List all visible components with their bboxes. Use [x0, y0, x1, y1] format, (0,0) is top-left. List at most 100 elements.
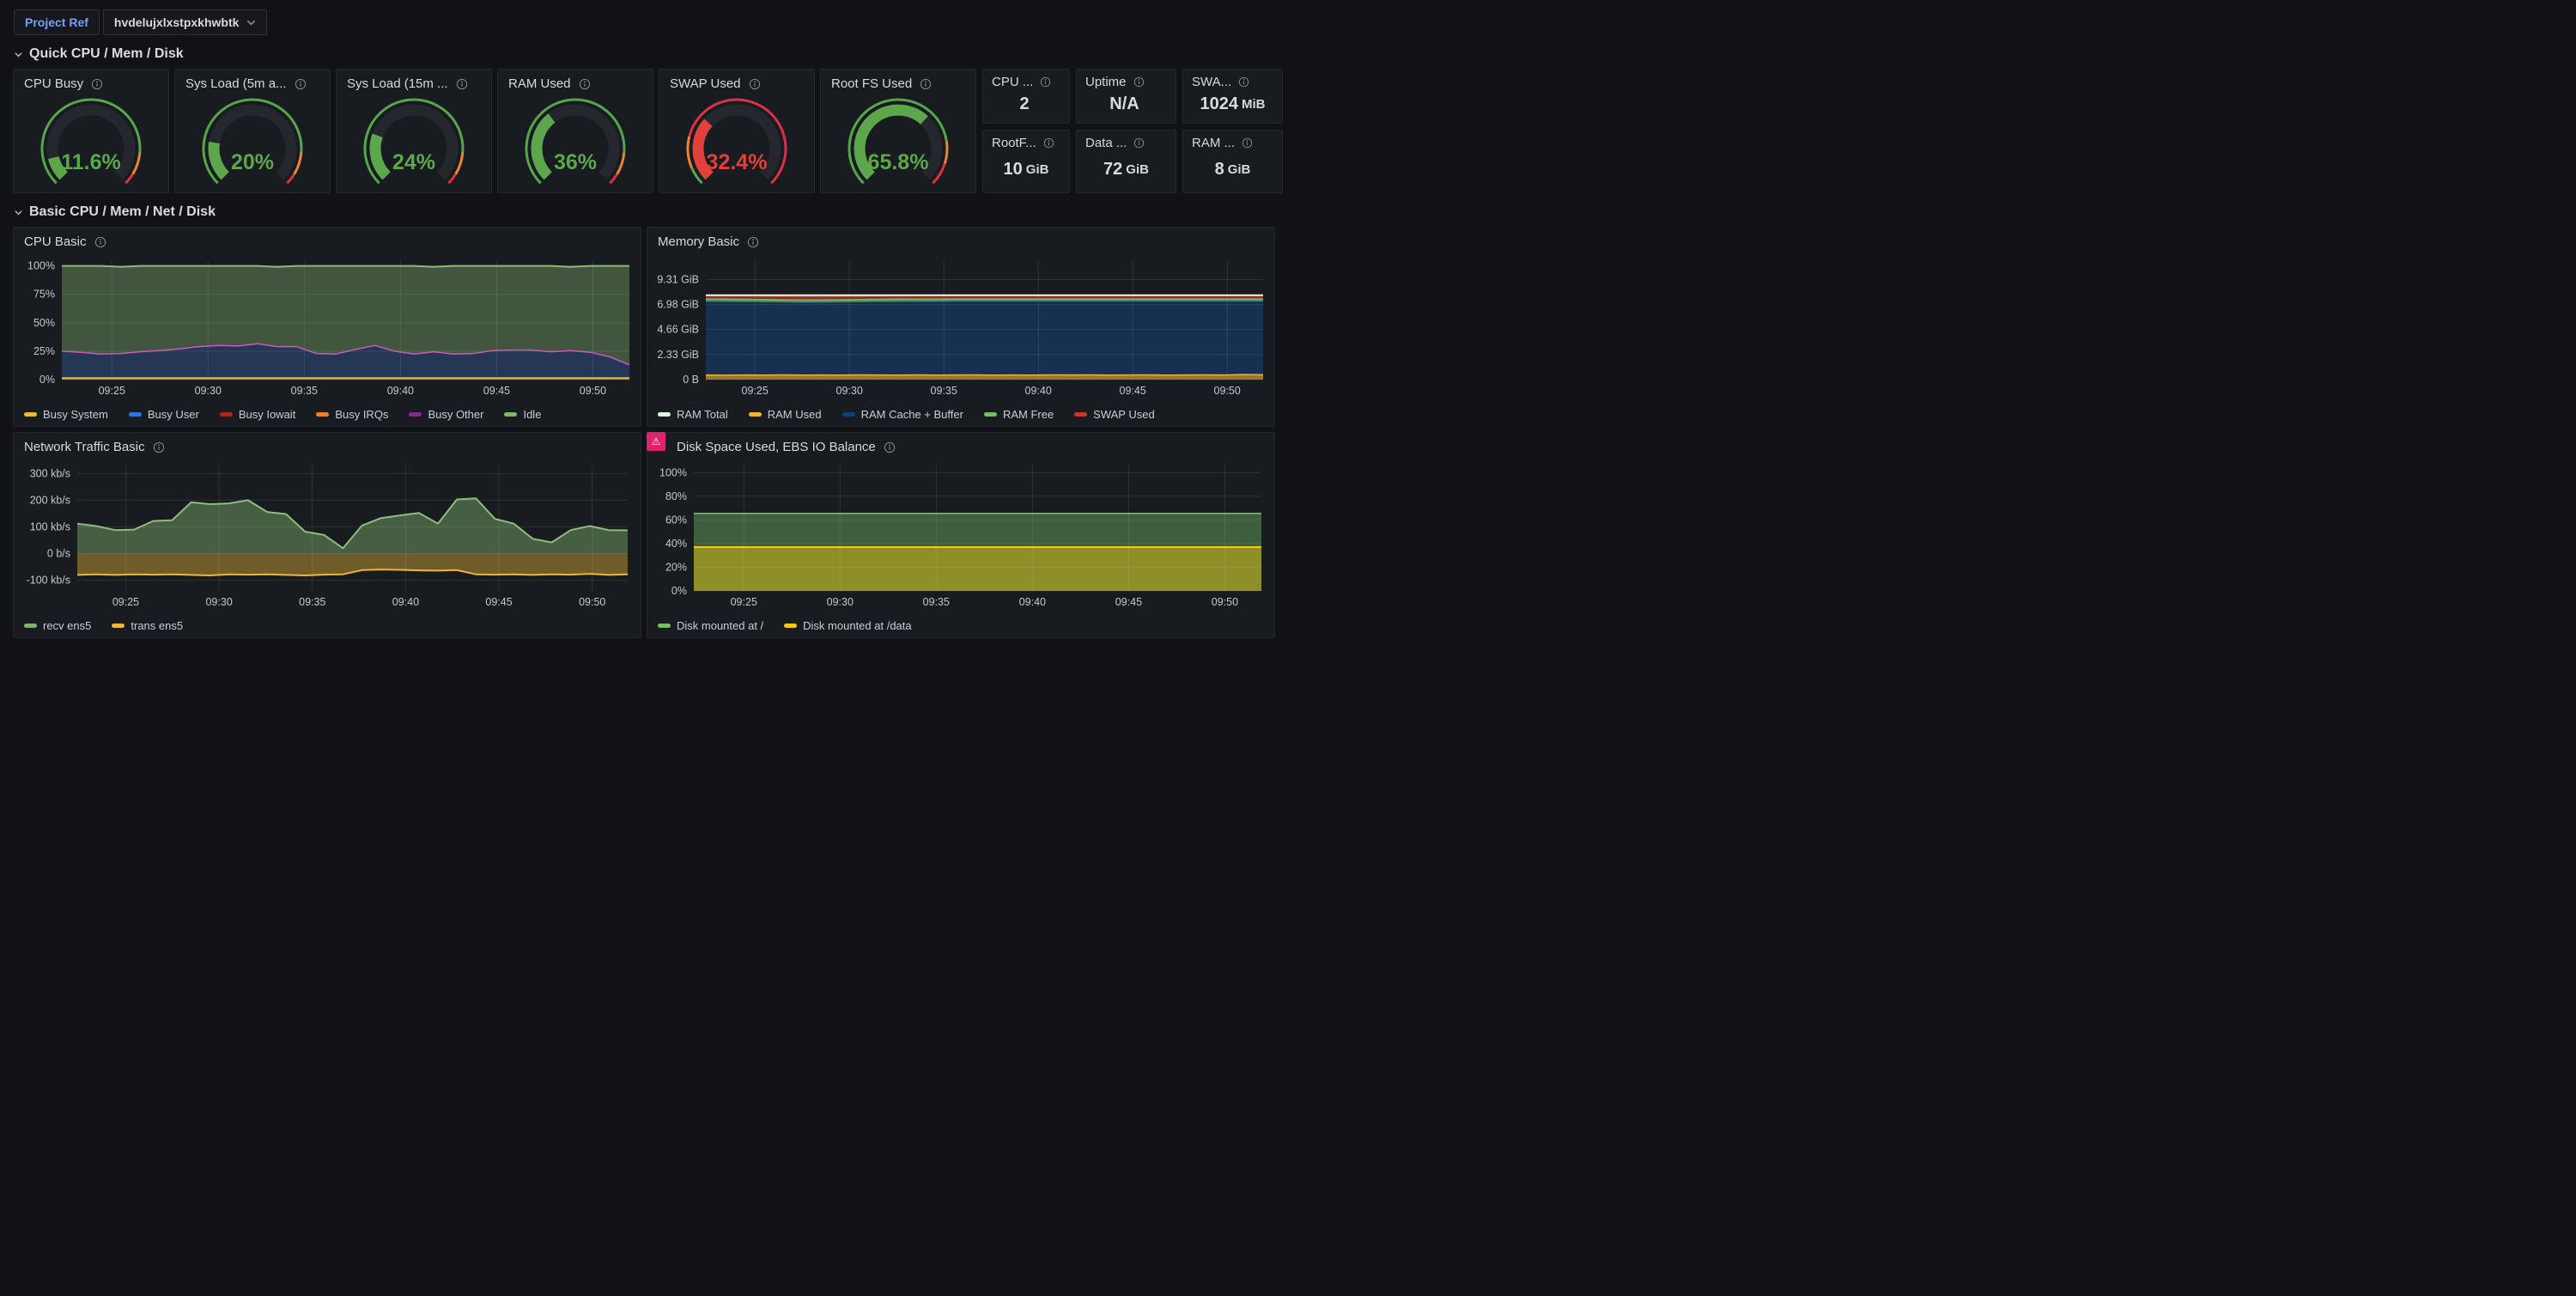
disk-space-chart[interactable]: 0%20%40%60%80%100%09:2509:3009:3509:4009…: [656, 460, 1266, 611]
panel-title[interactable]: SWA...: [1192, 75, 1231, 89]
stat-value: 8: [1215, 160, 1224, 179]
legend-item[interactable]: Busy IRQs: [316, 408, 388, 421]
panel-title[interactable]: RAM ...: [1192, 136, 1235, 150]
info-icon[interactable]: [1040, 76, 1051, 88]
panel-title[interactable]: Sys Load (15m ...: [347, 76, 448, 91]
info-icon[interactable]: [295, 78, 307, 90]
panel-title[interactable]: Network Traffic Basic: [24, 440, 145, 454]
stat-panels: CPU ... 2 Uptime N/A SWA... 1024MiB Root…: [982, 69, 1283, 193]
legend-label: RAM Cache + Buffer: [861, 408, 963, 421]
info-icon[interactable]: [1133, 76, 1145, 88]
disk-space-legend: Disk mounted at / Disk mounted at /data: [658, 619, 912, 632]
variable-select[interactable]: hvdelujxlxstpxkhwbtk: [103, 9, 267, 35]
legend-item[interactable]: Disk mounted at /: [658, 619, 763, 632]
svg-text:11.6%: 11.6%: [61, 150, 121, 174]
panel-title[interactable]: SWAP Used: [670, 76, 741, 91]
legend-item[interactable]: Busy Iowait: [220, 408, 295, 421]
panel-title[interactable]: Memory Basic: [658, 234, 739, 249]
panel-cpu-basic: CPU Basic 0%25%50%75%100%09:2509:3009:35…: [13, 227, 641, 427]
info-icon[interactable]: [91, 78, 103, 90]
legend-item[interactable]: recv ens5: [24, 619, 91, 632]
svg-text:300 kb/s: 300 kb/s: [30, 467, 70, 479]
panel-title[interactable]: Data ...: [1085, 136, 1127, 150]
alert-state-icon[interactable]: ⚠: [647, 432, 665, 451]
svg-text:-100 kb/s: -100 kb/s: [27, 575, 70, 587]
svg-text:09:40: 09:40: [387, 385, 414, 397]
svg-text:24%: 24%: [392, 150, 435, 174]
gauge-cpu-busy: 11.6%: [14, 94, 168, 184]
info-icon[interactable]: [1238, 76, 1249, 88]
panel-sys-load-5m: Sys Load (5m a... 20%: [174, 69, 331, 193]
panel-memory-basic: Memory Basic 0 B2.33 GiB4.66 GiB6.98 GiB…: [647, 227, 1275, 427]
legend-swatch: [1074, 412, 1087, 417]
stat-unit: GiB: [1026, 162, 1049, 177]
legend-swatch: [784, 624, 797, 628]
legend-swatch: [842, 412, 855, 417]
legend-label: Disk mounted at /data: [803, 619, 911, 632]
info-icon[interactable]: [920, 78, 932, 90]
section-basic-cpu-mem-net-disk[interactable]: Basic CPU / Mem / Net / Disk: [14, 204, 1288, 220]
memory-basic-chart[interactable]: 0 B2.33 GiB4.66 GiB6.98 GiB9.31 GiB09:25…: [656, 255, 1266, 400]
stat-unit: MiB: [1242, 97, 1266, 112]
legend-swatch: [749, 412, 762, 417]
panel-disk-space-ebs: ⚠ Disk Space Used, EBS IO Balance 0%20%4…: [647, 432, 1275, 638]
panel-title[interactable]: Uptime: [1085, 75, 1127, 89]
panel-cpu-busy: CPU Busy 11.6%: [13, 69, 169, 193]
legend-swatch: [24, 624, 37, 628]
panel-title[interactable]: Sys Load (5m a...: [185, 76, 287, 91]
legend-label: trans ens5: [131, 619, 183, 632]
legend-item[interactable]: trans ens5: [112, 619, 183, 632]
legend-label: Busy IRQs: [335, 408, 388, 421]
legend-item[interactable]: Busy User: [129, 408, 199, 421]
stat-unit: GiB: [1228, 162, 1251, 177]
info-icon[interactable]: [94, 236, 106, 248]
svg-text:09:25: 09:25: [742, 385, 769, 397]
svg-text:100%: 100%: [27, 260, 55, 272]
info-icon[interactable]: [1043, 137, 1054, 149]
info-icon[interactable]: [747, 236, 759, 248]
info-icon[interactable]: [1133, 137, 1145, 149]
info-icon[interactable]: [884, 441, 896, 453]
panel-sys-load-15m: Sys Load (15m ... 24%: [336, 69, 492, 193]
legend-item[interactable]: RAM Free: [984, 408, 1054, 421]
svg-text:20%: 20%: [665, 561, 687, 573]
legend-label: RAM Used: [768, 408, 822, 421]
variable-label[interactable]: Project Ref: [14, 9, 100, 35]
info-icon[interactable]: [749, 78, 761, 90]
panel-title[interactable]: CPU Busy: [24, 76, 83, 91]
legend-label: Idle: [523, 408, 541, 421]
legend-item[interactable]: SWAP Used: [1074, 408, 1155, 421]
panel-rootfs-total: RootF... 10GiB: [982, 130, 1070, 193]
legend-item[interactable]: Busy System: [24, 408, 108, 421]
panel-title[interactable]: Root FS Used: [831, 76, 912, 91]
svg-text:65.8%: 65.8%: [868, 150, 929, 174]
info-icon[interactable]: [456, 78, 468, 90]
legend-item[interactable]: Busy Other: [409, 408, 483, 421]
panel-title[interactable]: RootF...: [992, 136, 1036, 150]
legend-item[interactable]: Idle: [504, 408, 541, 421]
section-quick-cpu-mem-disk[interactable]: Quick CPU / Mem / Disk: [14, 46, 1288, 62]
panel-title[interactable]: CPU Basic: [24, 234, 87, 249]
panel-title[interactable]: RAM Used: [508, 76, 571, 91]
gauge-swap-used: 32.4%: [659, 94, 814, 184]
panel-title[interactable]: Disk Space Used, EBS IO Balance: [677, 440, 876, 454]
variable-value: hvdelujxlxstpxkhwbtk: [114, 15, 239, 29]
svg-text:09:50: 09:50: [579, 596, 605, 608]
legend-label: recv ens5: [43, 619, 91, 632]
legend-item[interactable]: RAM Used: [749, 408, 822, 421]
legend-item[interactable]: RAM Cache + Buffer: [842, 408, 963, 421]
legend-item[interactable]: RAM Total: [658, 408, 728, 421]
info-icon[interactable]: [579, 78, 591, 90]
panel-title[interactable]: CPU ...: [992, 75, 1033, 89]
info-icon[interactable]: [153, 441, 165, 453]
svg-text:09:40: 09:40: [1019, 596, 1046, 608]
legend-swatch: [409, 412, 422, 417]
panel-uptime: Uptime N/A: [1076, 69, 1176, 124]
network-traffic-chart[interactable]: -100 kb/s0 b/s100 kb/s200 kb/s300 kb/s09…: [22, 460, 632, 611]
legend-item[interactable]: Disk mounted at /data: [784, 619, 911, 632]
cpu-basic-chart[interactable]: 0%25%50%75%100%09:2509:3009:3509:4009:45…: [22, 255, 632, 400]
svg-text:32.4%: 32.4%: [707, 150, 768, 174]
svg-text:100 kb/s: 100 kb/s: [30, 520, 70, 532]
info-icon[interactable]: [1242, 137, 1253, 149]
svg-text:9.31 GiB: 9.31 GiB: [657, 273, 699, 285]
